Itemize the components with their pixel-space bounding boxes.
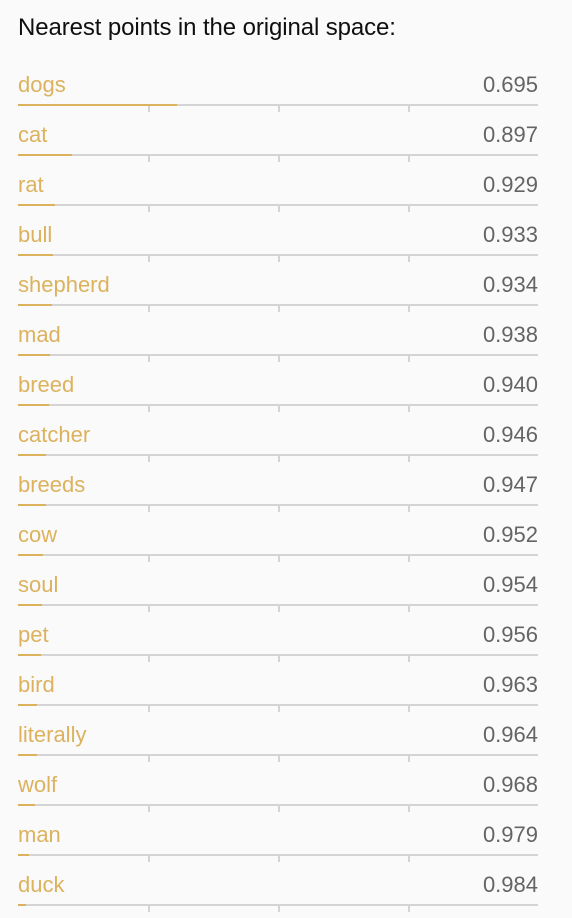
distance-bar-track	[18, 654, 538, 662]
list-item[interactable]: mad 0.938	[18, 312, 538, 362]
similarity-bar-fill	[18, 204, 55, 206]
neighbor-word[interactable]: cat	[18, 122, 47, 148]
neighbor-word[interactable]: bull	[18, 222, 52, 248]
neighbor-word[interactable]: literally	[18, 722, 86, 748]
similarity-bar-fill	[18, 104, 177, 106]
distance-bar-track	[18, 704, 538, 712]
distance-value: 0.934	[482, 272, 538, 297]
distance-value: 0.695	[482, 72, 538, 97]
similarity-bar-fill	[18, 804, 35, 806]
similarity-bar-fill	[18, 604, 42, 606]
neighbor-word[interactable]: rat	[18, 172, 44, 198]
neighbor-word[interactable]: breed	[18, 372, 74, 398]
distance-value: 0.947	[482, 472, 538, 497]
similarity-bar-fill	[18, 504, 46, 506]
distance-bar-track	[18, 104, 538, 112]
distance-bar-track	[18, 154, 538, 162]
distance-bar-track	[18, 604, 538, 612]
distance-value: 0.940	[482, 372, 538, 397]
similarity-bar-fill	[18, 454, 47, 456]
distance-value: 0.979	[482, 822, 538, 847]
distance-value: 0.933	[482, 222, 538, 247]
distance-bar-track	[18, 354, 538, 362]
distance-value: 0.963	[482, 672, 538, 697]
similarity-bar-fill	[18, 904, 27, 906]
neighbor-word[interactable]: shepherd	[18, 272, 110, 298]
neighbor-word[interactable]: wolf	[18, 772, 57, 798]
list-item[interactable]: duck 0.984	[18, 862, 538, 912]
distance-bar-track	[18, 304, 538, 312]
neighbor-word[interactable]: breeds	[18, 472, 85, 498]
distance-value: 0.929	[482, 172, 538, 197]
distance-value: 0.946	[482, 422, 538, 447]
distance-bar-track	[18, 804, 538, 812]
distance-bar-track	[18, 554, 538, 562]
panel-title: Nearest points in the original space:	[18, 14, 396, 41]
similarity-bar-fill	[18, 654, 41, 656]
similarity-bar-fill	[18, 354, 51, 356]
distance-bar-track	[18, 504, 538, 512]
list-item[interactable]: cow 0.952	[18, 512, 538, 562]
tick-mark	[148, 906, 150, 912]
similarity-bar-fill	[18, 254, 53, 256]
neighbor-word[interactable]: man	[18, 822, 61, 848]
distance-value: 0.964	[482, 722, 538, 747]
similarity-bar-fill	[18, 554, 43, 556]
list-item[interactable]: literally 0.964	[18, 712, 538, 762]
neighbor-word[interactable]: bird	[18, 672, 55, 698]
list-item[interactable]: dogs 0.695	[18, 62, 538, 112]
similarity-bar-fill	[18, 854, 29, 856]
distance-bar-track	[18, 904, 538, 912]
neighbor-word[interactable]: dogs	[18, 72, 66, 98]
list-item[interactable]: bull 0.933	[18, 212, 538, 262]
list-item[interactable]: pet 0.956	[18, 612, 538, 662]
distance-bar-track	[18, 404, 538, 412]
distance-value: 0.968	[482, 772, 538, 797]
distance-bar-track	[18, 754, 538, 762]
neighbor-word[interactable]: duck	[18, 872, 64, 898]
neighbor-word[interactable]: catcher	[18, 422, 90, 448]
list-item[interactable]: rat 0.929	[18, 162, 538, 212]
distance-bar-track	[18, 204, 538, 212]
tick-mark	[408, 906, 410, 912]
distance-value: 0.954	[482, 572, 538, 597]
list-item[interactable]: breeds 0.947	[18, 462, 538, 512]
list-item[interactable]: shepherd 0.934	[18, 262, 538, 312]
distance-value: 0.938	[482, 322, 538, 347]
similarity-bar-fill	[18, 154, 72, 156]
list-item[interactable]: catcher 0.946	[18, 412, 538, 462]
similarity-bar-fill	[18, 404, 50, 406]
list-item[interactable]: breed 0.940	[18, 362, 538, 412]
distance-value: 0.956	[482, 622, 538, 647]
distance-bar-track	[18, 854, 538, 862]
distance-bar-track	[18, 254, 538, 262]
neighbor-word[interactable]: mad	[18, 322, 61, 348]
distance-value: 0.984	[482, 872, 538, 897]
distance-value: 0.897	[482, 122, 538, 147]
neighbor-word[interactable]: cow	[18, 522, 57, 548]
tick-mark	[278, 906, 280, 912]
neighbor-word[interactable]: pet	[18, 622, 49, 648]
list-item[interactable]: man 0.979	[18, 812, 538, 862]
similarity-bar-fill	[18, 704, 38, 706]
list-item[interactable]: wolf 0.968	[18, 762, 538, 812]
list-item[interactable]: cat 0.897	[18, 112, 538, 162]
list-item[interactable]: soul 0.954	[18, 562, 538, 612]
nearest-points-list: dogs 0.695 cat 0.897 rat 0.929 bull 0.933 shephe…	[18, 62, 538, 912]
distance-bar-track	[18, 454, 538, 462]
distance-value: 0.952	[482, 522, 538, 547]
neighbor-word[interactable]: soul	[18, 572, 58, 598]
similarity-bar-fill	[18, 304, 53, 306]
list-item[interactable]: bird 0.963	[18, 662, 538, 712]
similarity-bar-fill	[18, 754, 37, 756]
